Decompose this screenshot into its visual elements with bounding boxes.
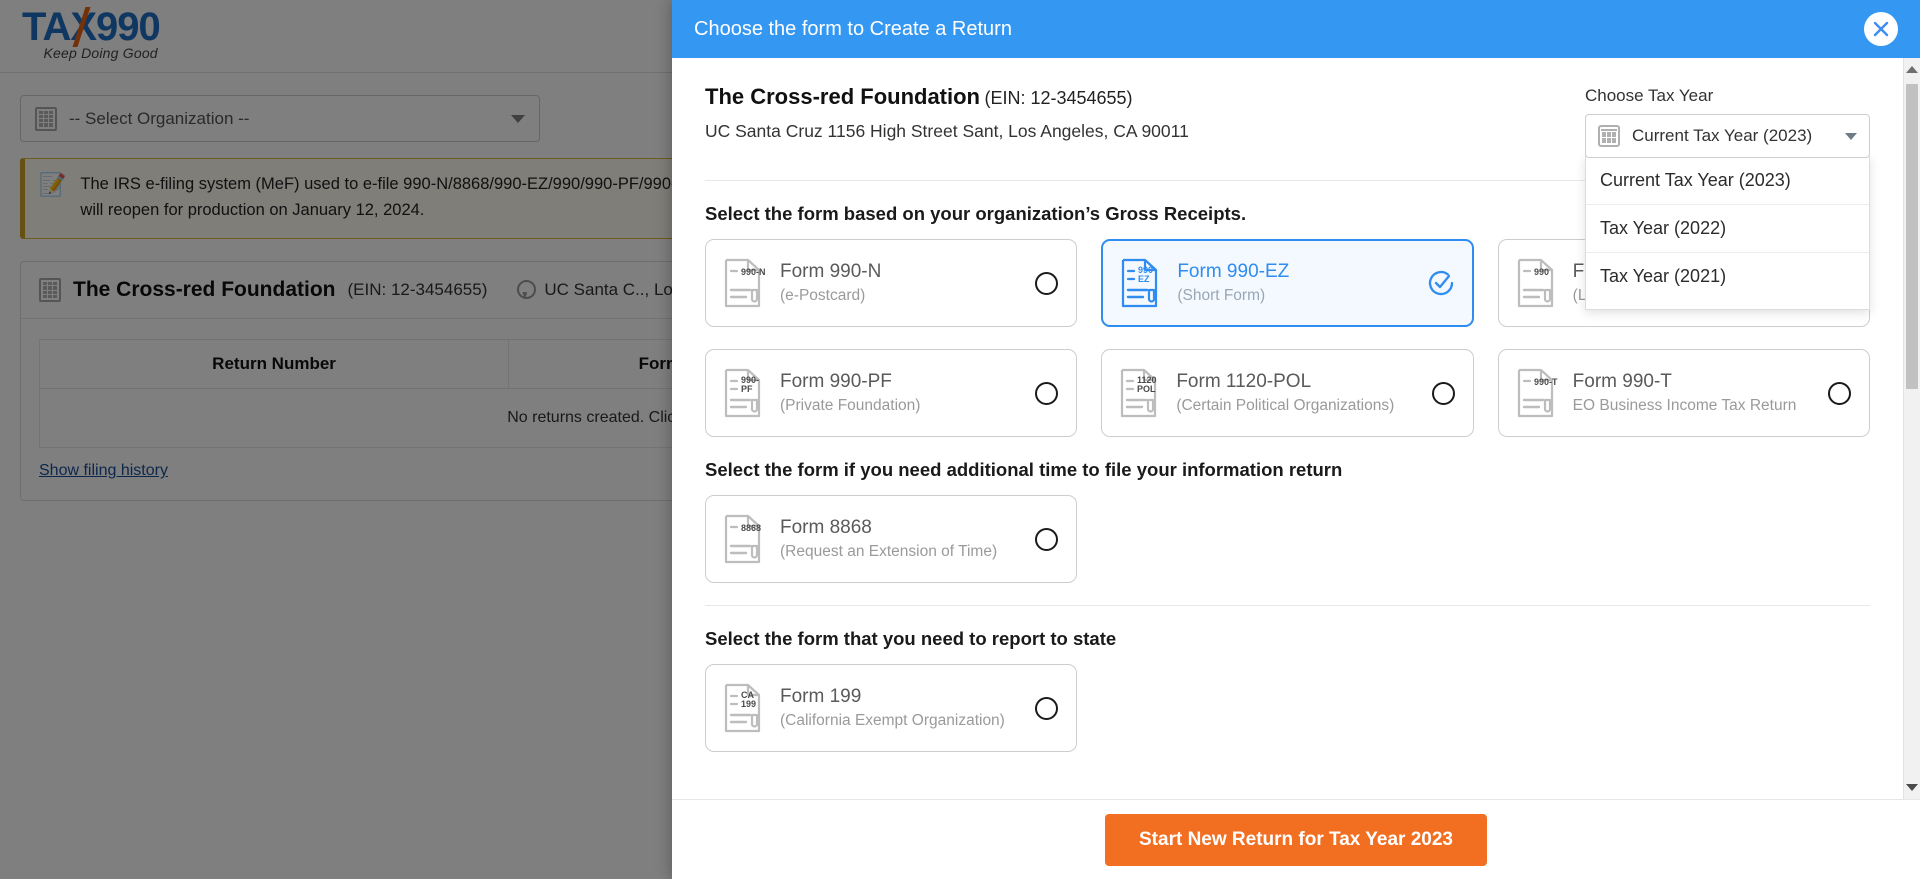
- form-card-grid-extension: 8868 Form 8868 (Request an Extension of T…: [705, 495, 1870, 583]
- form-card-name: Form 990-PF: [780, 370, 892, 392]
- form-card-grid-state: CA 199 Form 199 (California Exempt Organi…: [705, 664, 1870, 752]
- svg-text:199: 199: [741, 699, 756, 709]
- section-heading-extension: Select the form if you need additional t…: [705, 459, 1343, 480]
- start-new-return-button[interactable]: Start New Return for Tax Year 2023: [1105, 813, 1487, 866]
- choose-form-modal: Choose the form to Create a Return The C…: [672, 0, 1920, 879]
- svg-text:990-N: 990-N: [741, 267, 766, 277]
- tax-year-option[interactable]: Current Tax Year (2023): [1586, 157, 1869, 205]
- form-card-form-990-t[interactable]: 990-T Form 990-T EO Business Income Tax R…: [1497, 349, 1870, 437]
- document-icon: 990- EZ: [1119, 257, 1163, 309]
- document-icon: 1120 POL: [1118, 367, 1162, 419]
- form-card-subtitle: (Request an Extension of Time): [780, 543, 998, 561]
- document-icon: 990- PF: [722, 367, 766, 419]
- form-card-form-199[interactable]: CA 199 Form 199 (California Exempt Organi…: [705, 664, 1078, 752]
- modal-header: Choose the form to Create a Return: [672, 0, 1920, 58]
- form-card-form-8868[interactable]: 8868 Form 8868 (Request an Extension of T…: [705, 495, 1078, 583]
- svg-text:990: 990: [1534, 267, 1549, 277]
- form-card-form-990-n[interactable]: 990-N Form 990-N (e-Postcard): [705, 239, 1078, 327]
- svg-text:PF: PF: [741, 384, 753, 394]
- form-card-subtitle: EO Business Income Tax Return: [1572, 397, 1797, 415]
- svg-text:POL: POL: [1137, 384, 1156, 394]
- close-icon[interactable]: [1864, 12, 1898, 46]
- form-card-text: Form 990-EZ (Short Form): [1177, 260, 1413, 307]
- modal-footer: Start New Return for Tax Year 2023: [672, 799, 1920, 879]
- form-radio-button[interactable]: [1035, 527, 1059, 551]
- scroll-up-arrow-icon[interactable]: [1906, 66, 1918, 73]
- form-radio-button[interactable]: [1035, 381, 1059, 405]
- modal-content: The Cross-red Foundation (EIN: 12-345465…: [672, 58, 1903, 799]
- tax-year-dropdown-menu[interactable]: Current Tax Year (2023) Tax Year (2022) …: [1585, 156, 1870, 310]
- svg-text:8868: 8868: [741, 523, 761, 533]
- form-radio-button[interactable]: [1035, 271, 1059, 295]
- check-circle-icon[interactable]: [1428, 270, 1454, 296]
- form-card-name: Form 199: [780, 685, 862, 707]
- document-icon: CA 199: [722, 682, 766, 734]
- form-card-form-990-pf[interactable]: 990- PF Form 990-PF (Private Foundation): [705, 349, 1078, 437]
- document-icon: 8868: [722, 513, 766, 565]
- modal-org-title-line: The Cross-red Foundation (EIN: 12-345465…: [705, 84, 1189, 110]
- scroll-down-arrow-icon[interactable]: [1906, 784, 1918, 791]
- modal-organization-address: UC Santa Cruz 1156 High Street Sant, Los…: [705, 121, 1189, 141]
- form-card-subtitle: (Private Foundation): [780, 397, 921, 415]
- form-card-subtitle: (Short Form): [1177, 287, 1266, 305]
- form-card-name: Form 990-EZ: [1177, 260, 1290, 282]
- divider: [705, 605, 1870, 606]
- modal-org-row: The Cross-red Foundation (EIN: 12-345465…: [705, 84, 1870, 310]
- scrollbar-thumb[interactable]: [1906, 84, 1918, 389]
- form-card-name: Form 8868: [780, 516, 872, 538]
- form-card-name: Form 990-N: [780, 260, 882, 282]
- tax-year-block: Choose Tax Year Current Tax Year (2023) …: [1585, 86, 1870, 310]
- form-card-subtitle: (e-Postcard): [780, 287, 866, 305]
- form-card-text: Form 1120-POL (Certain Political Organiza…: [1176, 370, 1417, 417]
- form-radio-button[interactable]: [1828, 381, 1851, 405]
- modal-org-info: The Cross-red Foundation (EIN: 12-345465…: [705, 84, 1189, 142]
- modal-organization-ein: (EIN: 12-3454655): [984, 88, 1133, 108]
- document-icon: 990-T: [1515, 367, 1559, 419]
- form-card-subtitle: (Certain Political Organizations): [1176, 397, 1395, 415]
- document-icon: 990-N: [722, 257, 766, 309]
- form-card-text: Form 199 (California Exempt Organization): [780, 685, 1021, 732]
- chevron-down-icon: [1845, 132, 1857, 140]
- svg-text:EZ: EZ: [1138, 274, 1150, 284]
- form-card-name: Form 990-T: [1572, 370, 1672, 392]
- form-card-text: Form 990-N (e-Postcard): [780, 260, 1021, 307]
- tax-year-option[interactable]: Tax Year (2021): [1586, 253, 1869, 309]
- document-icon: 990: [1515, 257, 1559, 309]
- form-card-text: Form 990-T EO Business Income Tax Return: [1573, 370, 1814, 417]
- modal-title: Choose the form to Create a Return: [694, 17, 1012, 40]
- form-radio-button[interactable]: [1035, 696, 1059, 720]
- tax-year-label: Choose Tax Year: [1585, 86, 1714, 105]
- tax-year-option[interactable]: Tax Year (2022): [1586, 205, 1869, 253]
- modal-scrollbar[interactable]: [1903, 58, 1920, 799]
- form-card-text: Form 8868 (Request an Extension of Time): [780, 516, 1021, 563]
- svg-text:990-T: 990-T: [1534, 377, 1558, 387]
- modal-scroll-area: The Cross-red Foundation (EIN: 12-345465…: [672, 58, 1920, 799]
- form-card-form-990-ez[interactable]: 990- EZ Form 990-EZ (Short Form): [1101, 239, 1474, 327]
- tax-year-select[interactable]: Current Tax Year (2023): [1585, 114, 1870, 158]
- tax-year-selected-value: Current Tax Year (2023): [1632, 126, 1813, 145]
- form-card-form-1120-pol[interactable]: 1120 POL Form 1120-POL (Certain Political…: [1101, 349, 1474, 437]
- form-card-subtitle: (California Exempt Organization): [780, 712, 1005, 730]
- form-card-name: Form 1120-POL: [1176, 370, 1312, 392]
- form-radio-button[interactable]: [1431, 381, 1455, 405]
- section-heading-state: Select the form that you need to report …: [705, 628, 1117, 649]
- modal-organization-name: The Cross-red Foundation: [705, 84, 980, 109]
- calendar-icon: [1598, 125, 1620, 147]
- form-card-text: Form 990-PF (Private Foundation): [780, 370, 1021, 417]
